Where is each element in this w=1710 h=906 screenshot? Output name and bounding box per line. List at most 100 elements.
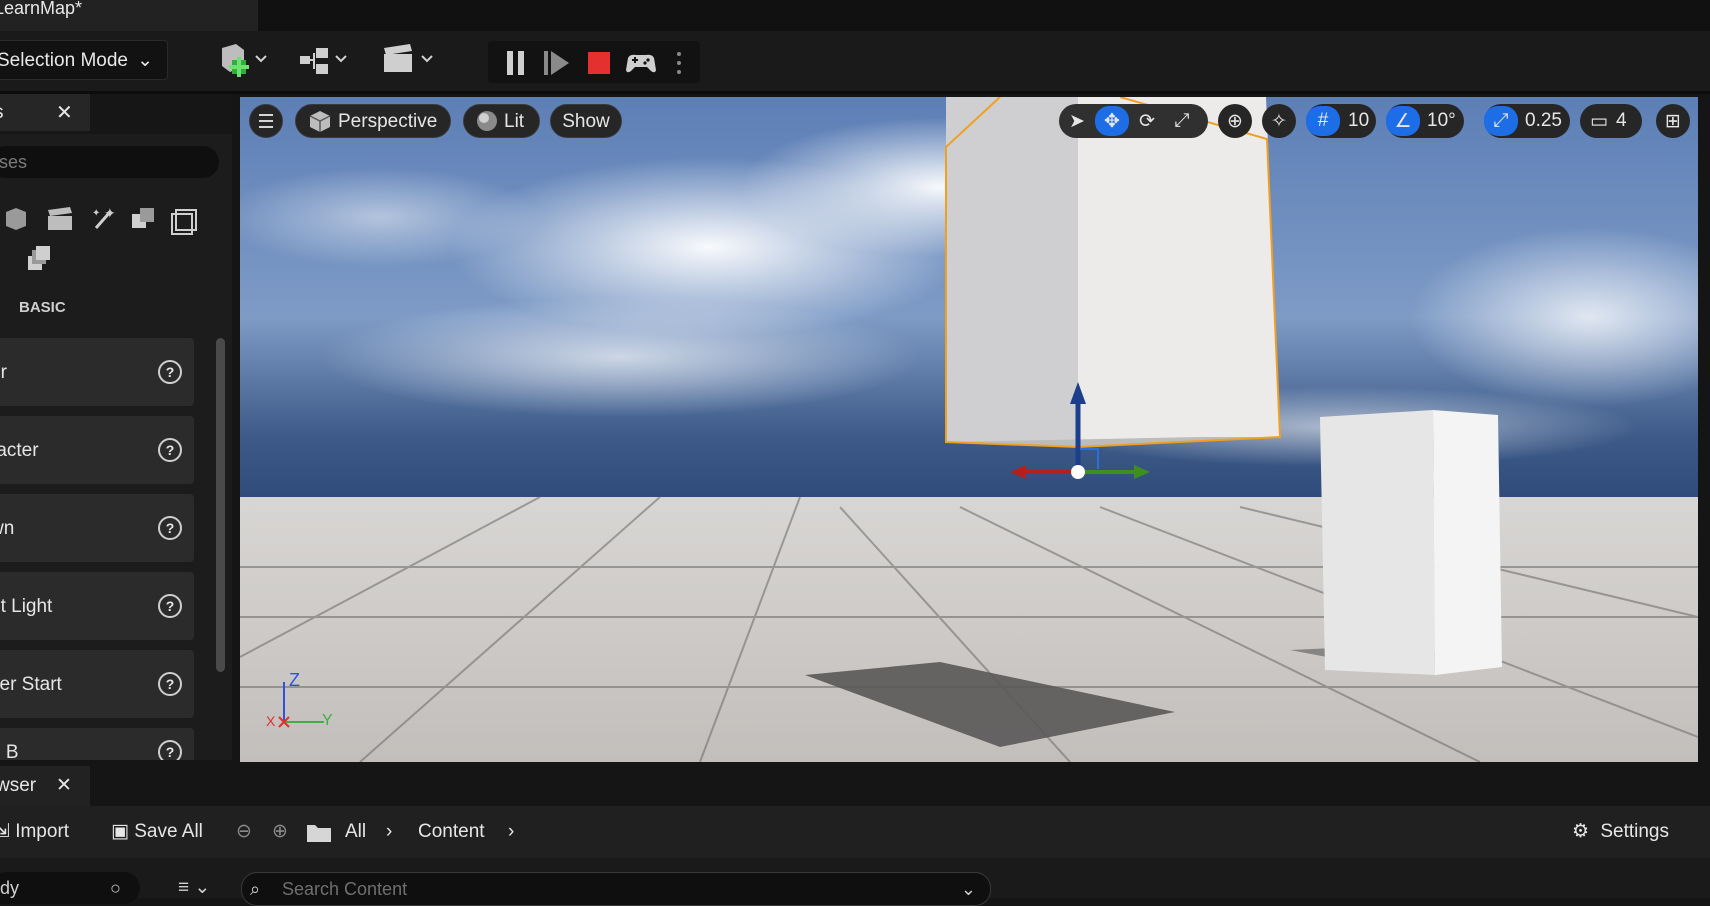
help-icon[interactable]: ? [158, 360, 182, 384]
cinematic-category-icon[interactable] [48, 207, 72, 230]
possess-eject-button[interactable] [624, 50, 658, 76]
rotation-snap-group[interactable]: ∠ 10° [1386, 104, 1464, 138]
geometry-category-icon[interactable] [132, 208, 154, 228]
visual-effects-category-icon[interactable]: ✦ ✦ [92, 205, 116, 229]
shapes-category-icon[interactable] [6, 208, 26, 230]
view-mode-dropdown[interactable]: Perspective [295, 104, 451, 138]
axis-y-label: Y [322, 712, 333, 729]
place-item-player-start[interactable]: yer Start ? [0, 650, 194, 718]
transform-tools-group: ➤ ✥ ⟳ ⤢ [1059, 104, 1208, 138]
place-item-character[interactable]: racter ? [0, 416, 194, 484]
chevron-down-icon[interactable]: ⌄ [961, 873, 976, 905]
level-viewport[interactable]: Z X Y [240, 97, 1698, 762]
place-item-actor[interactable]: or ? [0, 338, 194, 406]
viewport-layout-button[interactable]: ⊞ [1656, 104, 1690, 138]
selected-cube[interactable] [945, 97, 1282, 449]
lighting-mode-label: Lit [504, 111, 525, 132]
camera-speed-button[interactable]: ▭ 4 [1580, 104, 1642, 138]
clapperboard-icon [384, 44, 433, 72]
place-item-pawn[interactable]: wn ? [0, 494, 194, 562]
grid-snap-value: 10 [1348, 110, 1370, 131]
filter-button[interactable]: ≡ ⌄ [178, 872, 228, 904]
show-dropdown[interactable]: Show [550, 104, 622, 138]
rotate-tool-icon[interactable]: ⟳ [1129, 110, 1165, 133]
place-actors-scrollbar[interactable] [216, 338, 225, 672]
camera-speed-value: 4 [1615, 110, 1627, 131]
help-icon[interactable]: ? [158, 740, 182, 760]
save-all-button[interactable]: ▣ Save All [111, 806, 203, 858]
viewport-options-button[interactable] [249, 104, 283, 138]
breadcrumb-content[interactable]: Content [418, 806, 485, 858]
all-classes-category-icon[interactable] [28, 246, 50, 270]
camera-icon: ▭ [1590, 110, 1608, 132]
save-icon: ▣ [111, 821, 129, 842]
breadcrumb-chevron-icon[interactable]: › [508, 806, 514, 858]
second-cube[interactable] [1320, 410, 1502, 675]
gamepad-icon [626, 54, 656, 73]
folder-icon[interactable] [306, 806, 332, 858]
axis-indicator: Z X Y [266, 670, 340, 732]
breadcrumb-all[interactable]: All [345, 806, 366, 858]
place-actors-category-icons: ✦ ✦ [0, 202, 200, 282]
import-button[interactable]: ⇲ Import [0, 806, 69, 858]
cinematics-button[interactable] [380, 39, 440, 81]
help-icon[interactable]: ? [158, 516, 182, 540]
cube-icon [309, 111, 331, 132]
axis-x-label: X [266, 713, 276, 729]
select-tool-icon[interactable]: ➤ [1059, 110, 1095, 133]
filter-icon: ≡ [178, 877, 190, 898]
help-icon[interactable]: ? [158, 594, 182, 618]
history-forward-button[interactable]: ⊕ [272, 806, 288, 858]
content-browser-tab[interactable]: wser ✕ [0, 766, 90, 806]
document-tab[interactable]: LearnMap* [0, 0, 258, 31]
view-mode-label: Perspective [338, 111, 438, 132]
surface-snapping-button[interactable]: ✧ [1262, 104, 1296, 138]
add-actor-icon [222, 44, 267, 77]
grid-snap-group[interactable]: # 10 [1306, 104, 1376, 138]
gear-icon: ⚙ [1572, 821, 1590, 842]
selection-mode-dropdown[interactable]: Selection Mode ⌄ [0, 40, 168, 80]
place-item-label: nt Light [0, 596, 53, 617]
content-browser-tab-label: wser [0, 775, 37, 796]
show-label: Show [562, 111, 610, 132]
add-actor-button[interactable] [212, 39, 272, 81]
pause-button[interactable] [502, 50, 530, 76]
forward-arrow-icon: ⊕ [272, 821, 288, 842]
place-actors-search-input[interactable]: sses [0, 146, 219, 178]
help-icon[interactable]: ? [158, 438, 182, 462]
scale-snap-group[interactable]: ⤢ 0.25 [1484, 104, 1570, 138]
import-icon: ⇲ [0, 821, 10, 842]
angle-icon: ∠ [1386, 106, 1420, 136]
globe-icon: ⊕ [1227, 110, 1243, 132]
breadcrumb-chevron-icon[interactable]: › [386, 806, 392, 858]
place-actors-tab[interactable]: s ✕ [0, 94, 90, 131]
place-item-point-light[interactable]: nt Light ? [0, 572, 194, 640]
stop-button[interactable] [588, 52, 610, 74]
volumes-category-icon[interactable] [171, 209, 197, 235]
coordinate-system-button[interactable]: ⊕ [1218, 104, 1252, 138]
close-icon[interactable]: ✕ [56, 100, 73, 125]
blueprint-button[interactable] [296, 39, 356, 81]
play-options-button[interactable] [674, 50, 684, 76]
grid-icon: # [1306, 106, 1340, 136]
help-icon[interactable]: ? [158, 672, 182, 696]
play-controls [488, 41, 700, 83]
place-actors-search-placeholder: sses [0, 152, 28, 172]
skip-frame-button[interactable] [542, 50, 572, 76]
sources-search-input[interactable]: udy ○ [0, 872, 140, 904]
lighting-mode-dropdown[interactable]: Lit [463, 104, 540, 138]
search-icon: ○ [110, 878, 121, 898]
svg-text:✦: ✦ [92, 208, 100, 219]
import-label: Import [15, 821, 70, 842]
settings-button[interactable]: ⚙ Settings [1572, 806, 1669, 858]
scale-tool-icon[interactable]: ⤢ [1165, 110, 1199, 132]
translate-tool-icon[interactable]: ✥ [1095, 106, 1129, 136]
place-item-cube[interactable]: e B ? [0, 728, 194, 760]
settings-label: Settings [1600, 821, 1669, 842]
history-back-button[interactable]: ⊖ [236, 806, 252, 858]
content-browser-toolbar: ⇲ Import ▣ Save All ⊖ ⊕ All › Content › … [0, 806, 1710, 858]
save-all-label: Save All [134, 821, 203, 842]
close-icon[interactable]: ✕ [56, 766, 72, 806]
content-search-input[interactable]: ⌕ Search Content ⌄ [241, 872, 991, 906]
chevron-down-icon: ⌄ [194, 877, 211, 898]
